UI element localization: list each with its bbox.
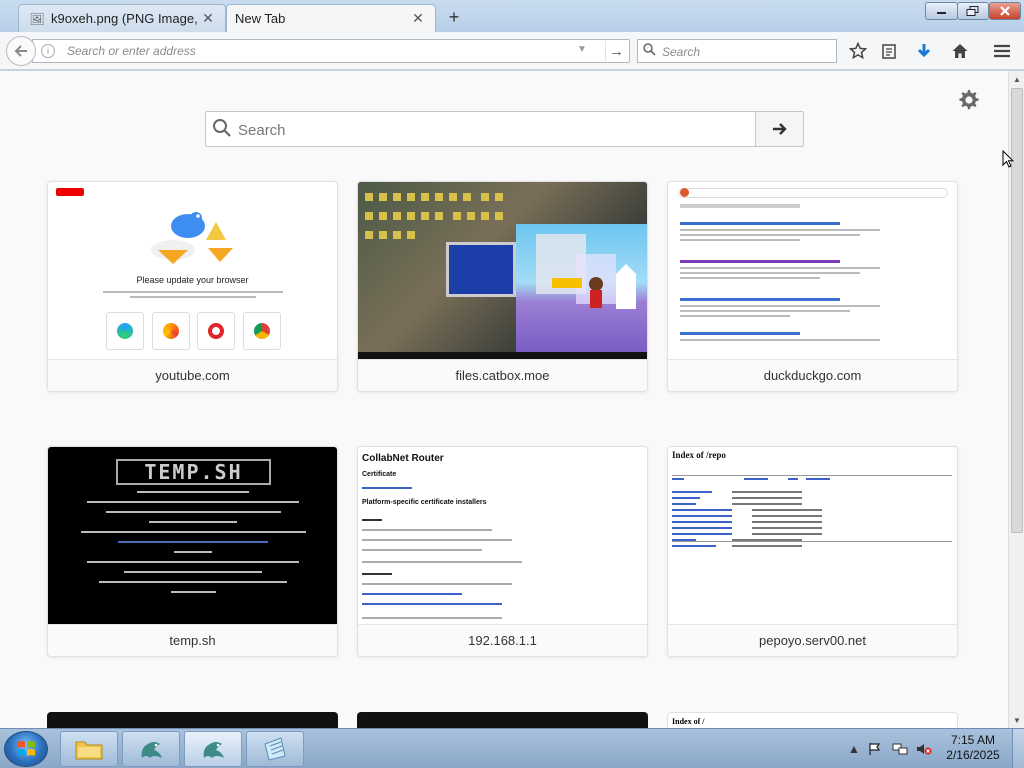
taskbar-explorer-button[interactable] <box>60 731 118 767</box>
back-arrow-icon <box>14 45 27 57</box>
tile-thumbnail: TEMP.SH <box>48 447 337 625</box>
text-lines <box>103 291 283 301</box>
tile-title: youtube.com <box>48 359 337 391</box>
taskbar-app-button[interactable] <box>122 731 180 767</box>
tile-thumb-heading: Please update your browser <box>136 275 249 285</box>
top-site-tile-partial[interactable] <box>47 712 338 728</box>
browser-logos <box>106 312 281 350</box>
duckduckgo-logo-icon <box>680 188 689 197</box>
newtab-search-box[interactable] <box>205 111 804 147</box>
tile-thumb-heading: Index of / <box>672 717 705 726</box>
tile-thumb-subheading: Certificate <box>362 471 397 478</box>
bookmarks-menu-icon[interactable] <box>878 40 900 62</box>
game-screen-image <box>516 224 647 354</box>
minimize-button[interactable] <box>925 2 958 20</box>
volume-muted-icon[interactable] <box>916 741 932 757</box>
tile-title: duckduckgo.com <box>668 359 957 391</box>
new-tab-page: Please update your browser youtube.com <box>0 71 1008 728</box>
start-button[interactable] <box>4 731 48 767</box>
text-lines <box>68 491 318 601</box>
top-site-tile-duckduckgo[interactable]: duckduckgo.com <box>667 181 958 392</box>
downloads-arrow-icon[interactable] <box>913 40 935 62</box>
close-tab-icon[interactable]: ✕ <box>199 10 217 28</box>
tile-thumb-heading: Index of /repo <box>672 450 726 460</box>
youtube-logo-icon <box>56 188 84 196</box>
close-tab-icon[interactable]: ✕ <box>409 10 427 28</box>
search-go-button[interactable] <box>755 112 803 146</box>
bookmark-star-icon[interactable] <box>847 40 869 62</box>
address-bar[interactable]: i ▼ → <box>32 39 630 63</box>
tile-title: 192.168.1.1 <box>358 624 647 656</box>
restore-icon <box>966 6 979 16</box>
windows-taskbar: ▲ 7:15 AM 2/16/2025 <box>0 728 1024 768</box>
tile-thumbnail <box>358 182 647 360</box>
tab-new-tab[interactable]: New Tab ✕ <box>226 4 436 32</box>
top-site-tile-partial[interactable]: Index of / <box>667 712 958 728</box>
clock-time: 7:15 AM <box>950 733 996 747</box>
network-icon[interactable] <box>892 741 908 757</box>
top-site-tile-catbox[interactable]: files.catbox.moe <box>357 181 648 392</box>
scroll-up-arrow-icon[interactable]: ▲ <box>1009 71 1024 87</box>
system-clock[interactable]: 7:15 AM 2/16/2025 <box>940 733 1006 763</box>
scroll-down-arrow-icon[interactable]: ▼ <box>1009 712 1024 728</box>
show-hidden-icons-arrow-icon[interactable]: ▲ <box>846 741 862 757</box>
notepad-icon <box>264 737 286 761</box>
top-site-tile-temp-sh[interactable]: TEMP.SH temp.sh <box>47 446 338 657</box>
tab-image[interactable]: 🖼 k9oxeh.png (PNG Image, 19 ✕ <box>18 4 226 32</box>
tile-title: files.catbox.moe <box>358 359 647 391</box>
restore-button[interactable] <box>957 2 989 20</box>
arrow-right-icon <box>772 123 787 135</box>
taskbar-app-button-active[interactable] <box>184 731 242 767</box>
newtab-search-input[interactable] <box>238 119 738 141</box>
window-close-button[interactable] <box>989 2 1021 20</box>
folder-icon <box>75 741 103 760</box>
windows-logo-icon <box>17 741 35 756</box>
image-icon: 🖼 <box>29 11 45 26</box>
tile-thumb-heading: TEMP.SH <box>116 459 271 485</box>
menu-hamburger-icon[interactable] <box>991 40 1013 62</box>
back-button[interactable] <box>6 36 36 66</box>
close-icon <box>1000 6 1010 16</box>
dropdown-arrow-icon[interactable]: ▼ <box>577 44 587 55</box>
tile-thumbnail: CollabNet Router Certificate Platform-sp… <box>358 447 647 625</box>
top-site-tile-router[interactable]: CollabNet Router Certificate Platform-sp… <box>357 446 648 657</box>
monitor-image <box>446 242 516 297</box>
tile-title: pepoyo.serv00.net <box>668 624 957 656</box>
top-site-tile-partial[interactable] <box>357 712 648 728</box>
flag-icon[interactable] <box>867 741 883 757</box>
tab-label: k9oxeh.png (PNG Image, 19 <box>51 11 199 26</box>
tile-title: temp.sh <box>48 624 337 656</box>
gear-icon[interactable] <box>954 86 982 114</box>
search-input[interactable] <box>662 43 832 60</box>
show-desktop-button[interactable] <box>1012 729 1024 768</box>
info-icon[interactable]: i <box>41 44 55 58</box>
home-icon[interactable] <box>949 40 971 62</box>
bird-illustration-icon <box>151 212 233 264</box>
address-input[interactable] <box>67 42 567 60</box>
tab-label: New Tab <box>235 11 286 26</box>
tile-thumbnail: Index of /repo <box>668 447 957 625</box>
clock-date: 2/16/2025 <box>946 748 1000 762</box>
browser-titlebar: 🖼 k9oxeh.png (PNG Image, 19 ✕ New Tab ✕ … <box>0 0 1024 32</box>
taskbar-notepad-button[interactable] <box>246 731 304 767</box>
tile-thumb-subheading: Platform-specific certificate installers <box>362 499 487 506</box>
new-tab-button[interactable]: + <box>442 6 466 28</box>
tile-thumbnail: Please update your browser <box>48 182 337 360</box>
search-icon <box>643 43 656 59</box>
tile-thumbnail <box>668 182 957 360</box>
dragon-icon <box>141 742 162 758</box>
go-arrow-icon[interactable]: → <box>605 41 627 61</box>
minimize-icon <box>936 12 946 14</box>
top-site-tile-youtube[interactable]: Please update your browser youtube.com <box>47 181 338 392</box>
dragon-icon <box>203 742 224 758</box>
page-scrollbar[interactable]: ▲ ▼ <box>1008 71 1024 728</box>
mouse-pointer-icon <box>1002 150 1014 168</box>
search-bar[interactable] <box>637 39 837 63</box>
navigation-toolbar: i ▼ → <box>0 32 1024 70</box>
search-icon <box>212 118 232 143</box>
tile-thumb-heading: CollabNet Router <box>362 453 444 464</box>
top-site-tile-pepoyo[interactable]: Index of /repo pepoyo.serv00.net <box>667 446 958 657</box>
